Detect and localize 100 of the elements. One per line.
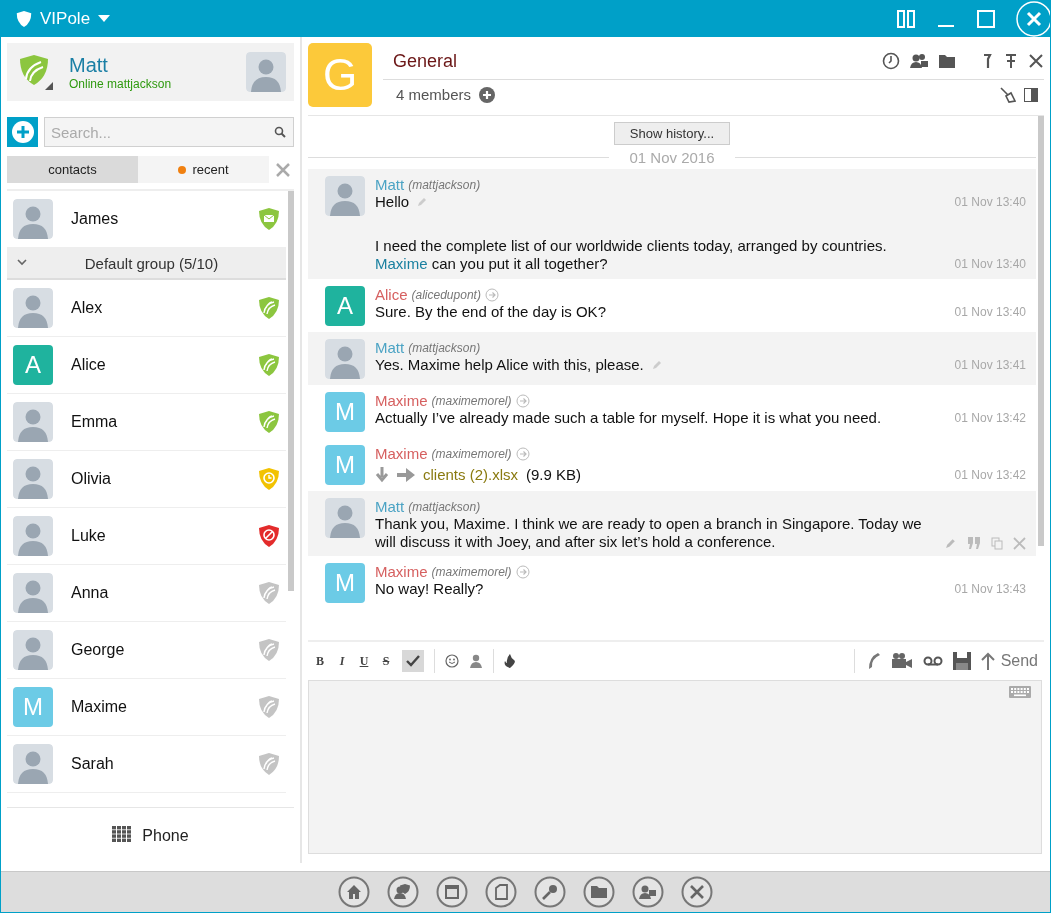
search-icon[interactable] xyxy=(274,126,286,138)
maximize-icon[interactable] xyxy=(976,10,996,28)
author-name: Maxime xyxy=(375,445,428,462)
date-separator: 01 Nov 2016 xyxy=(629,149,715,166)
contact-item[interactable]: Emma xyxy=(7,394,286,451)
contact-name: Alice xyxy=(71,356,107,374)
contact-name: Maxime xyxy=(71,698,128,716)
italic-button[interactable]: I xyxy=(336,653,348,669)
scrollbar[interactable] xyxy=(288,191,294,591)
message-time: 01 Nov 13:41 xyxy=(954,357,1026,374)
strikethrough-button[interactable]: S xyxy=(380,653,392,669)
group-label: Default group (5/10) xyxy=(83,254,220,272)
contact-item[interactable]: Alex xyxy=(7,280,286,337)
contact-item[interactable]: Luke xyxy=(7,508,286,565)
avatar-silhouette-icon xyxy=(13,288,53,328)
smiley-icon[interactable] xyxy=(445,654,459,668)
add-member-icon[interactable] xyxy=(479,86,496,103)
message-time: 01 Nov 13:42 xyxy=(954,467,1026,484)
letter-avatar: M xyxy=(325,563,365,603)
bold-button[interactable]: B xyxy=(314,653,326,669)
keyboard-icon[interactable] xyxy=(1009,686,1031,698)
login-text: mattjackson xyxy=(107,76,172,91)
letter-avatar: A xyxy=(325,286,365,326)
search-field[interactable]: Search... xyxy=(44,117,294,147)
author-login: (maximemorel) xyxy=(431,564,512,579)
broom-icon[interactable] xyxy=(1000,86,1016,103)
shield-logo-icon xyxy=(16,10,32,28)
scrollbar[interactable] xyxy=(1038,116,1044,546)
close-icon[interactable] xyxy=(1028,53,1044,69)
user-lock-icon[interactable] xyxy=(632,876,664,908)
avatar-silhouette-icon xyxy=(13,459,53,499)
video-camera-icon[interactable] xyxy=(890,653,913,669)
message-text: can you put it all together? xyxy=(431,255,608,272)
message-text: Actually I’ve already made such a table for myself. Hope it is what you need. xyxy=(375,409,882,426)
flame-icon[interactable] xyxy=(504,654,516,668)
note-icon[interactable] xyxy=(485,876,517,908)
message-text: Hello xyxy=(375,193,410,210)
split-view-icon[interactable] xyxy=(896,10,916,28)
right-arrow-icon[interactable] xyxy=(397,468,415,482)
author-login: (alicedupont) xyxy=(411,287,481,302)
avatar-silhouette-icon xyxy=(325,498,365,538)
users-icon[interactable] xyxy=(910,52,928,70)
avatar-silhouette-icon xyxy=(13,744,53,784)
add-contact-button[interactable] xyxy=(7,117,38,147)
message-time: 01 Nov 13:40 xyxy=(954,256,1026,273)
underline-button[interactable]: U xyxy=(358,653,370,669)
avatar-silhouette-icon xyxy=(13,573,53,613)
message-text: Yes. Maxime help Alice with this, please. xyxy=(375,356,644,373)
mention-link[interactable]: Maxime xyxy=(375,255,428,272)
send-button[interactable]: Send xyxy=(980,652,1038,670)
folder-icon[interactable] xyxy=(583,876,615,908)
avatar-silhouette-icon xyxy=(246,52,286,92)
message-time: 01 Nov 13:42 xyxy=(954,410,1026,427)
letter-avatar: M xyxy=(325,392,365,432)
avatar-silhouette-icon xyxy=(325,176,365,216)
calendar-icon[interactable] xyxy=(436,876,468,908)
home-icon[interactable] xyxy=(338,876,370,908)
chat-title: General xyxy=(393,50,459,72)
author-name: Maxime xyxy=(375,563,428,580)
author-name: Matt xyxy=(375,339,405,356)
contact-person-icon[interactable] xyxy=(469,654,483,668)
pin-icon[interactable] xyxy=(1004,53,1018,69)
show-history-button[interactable]: Show history... xyxy=(613,122,731,145)
contact-name: James xyxy=(71,210,120,228)
author-login: (maximemorel) xyxy=(431,393,512,408)
avatar-silhouette-icon xyxy=(13,402,53,442)
contact-item[interactable]: A Alice xyxy=(7,337,286,394)
contact-item[interactable]: M Maxime xyxy=(7,679,286,736)
list-tab[interactable]: contacts xyxy=(7,156,138,183)
message-text: Sure. By the end of the day is OK? xyxy=(375,303,606,320)
avatar-silhouette-icon xyxy=(13,630,53,670)
contact-name: Anna xyxy=(71,584,110,602)
message-text: I need the complete list of our worldwide clients today, arranged by countries. xyxy=(375,237,887,254)
avatar-silhouette-icon xyxy=(13,199,53,239)
list-tab[interactable]: recent xyxy=(138,156,269,183)
file-link[interactable]: clients (2).xlsx xyxy=(423,466,519,484)
message-text: No way! Really? xyxy=(375,580,484,597)
message-time: 01 Nov 13:43 xyxy=(954,581,1026,598)
group-avatar: G xyxy=(308,43,372,107)
contact-item[interactable]: George xyxy=(7,622,286,679)
contact-name: Olivia xyxy=(71,470,112,488)
spellcheck-icon[interactable] xyxy=(402,650,424,672)
voicemail-icon[interactable] xyxy=(922,655,943,667)
dropdown-caret-icon[interactable] xyxy=(98,15,111,23)
members-count[interactable]: 4 members xyxy=(396,86,472,103)
folder-icon[interactable] xyxy=(938,53,956,69)
contact-name: Sarah xyxy=(71,755,115,773)
author-name: Alice xyxy=(375,286,408,303)
history-clock-icon[interactable] xyxy=(882,52,900,70)
author-login: (mattjackson) xyxy=(408,499,481,514)
author-login: (maximemorel) xyxy=(431,446,512,461)
message-time: 01 Nov 13:40 xyxy=(954,304,1026,321)
contact-item[interactable]: Sarah xyxy=(7,736,286,793)
group-header[interactable]: Default group (5/10) xyxy=(7,248,286,280)
message-input[interactable] xyxy=(308,680,1042,854)
contact-item[interactable]: Anna xyxy=(7,565,286,622)
side-panel-icon[interactable] xyxy=(1024,87,1038,102)
download-arrow-icon[interactable] xyxy=(375,467,389,483)
contact-item[interactable]: Olivia xyxy=(7,451,286,508)
contact-name: Alex xyxy=(71,299,104,317)
